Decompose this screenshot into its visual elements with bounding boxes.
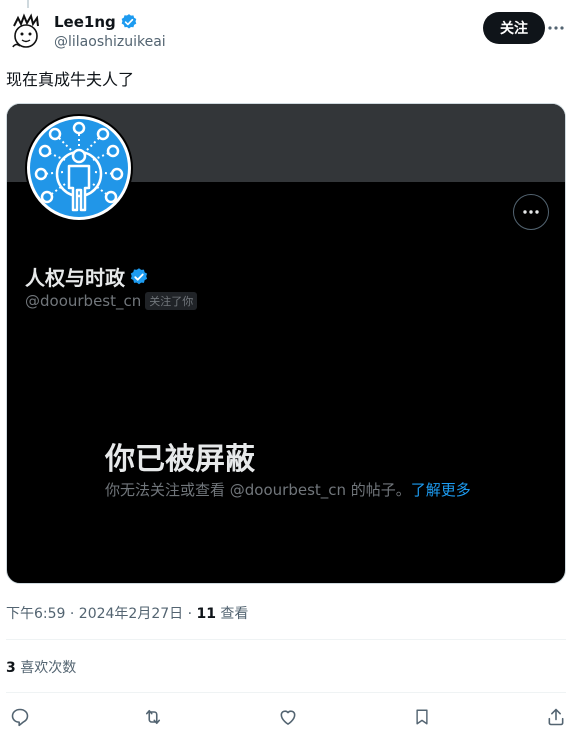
more-icon[interactable] <box>548 18 564 38</box>
profile-handle: @doourbest_cn <box>25 292 142 310</box>
profile-name: 人权与时政 <box>25 266 125 290</box>
learn-more-link: 了解更多 <box>410 481 471 499</box>
likes-row[interactable]: 3 喜欢次数 <box>6 657 76 677</box>
profile-more-icon <box>513 194 549 230</box>
verified-badge-icon <box>121 14 137 29</box>
avatar-cartoon-icon <box>6 12 46 52</box>
views-label: 查看 <box>215 606 249 622</box>
like-icon[interactable] <box>278 707 298 727</box>
thread-line <box>27 0 29 8</box>
likes-count: 3 <box>6 660 16 676</box>
bookmark-icon[interactable] <box>412 707 432 727</box>
profile-name-row: 人权与时政 <box>25 262 149 291</box>
follow-button[interactable]: 关注 <box>483 12 545 44</box>
tweet-text: 现在真成牛夫人了 <box>6 70 135 89</box>
human-rights-logo-icon <box>27 116 131 220</box>
profile-handle-row: @doourbest_cn 关注了你 <box>25 292 198 310</box>
tweet-meta: 下午6:59 · 2024年2月27日 · 11 查看 <box>6 603 248 623</box>
blocked-description-text: 你无法关注或查看 @doourbest_cn 的帖子。 <box>105 481 411 499</box>
follows-you-badge: 关注了你 <box>145 292 198 310</box>
likes-label: 喜欢次数 <box>15 660 77 676</box>
views-count: 11 <box>196 606 216 622</box>
retweet-icon[interactable] <box>143 707 163 727</box>
reply-icon[interactable] <box>10 707 30 727</box>
author-block: Lee1ng @lilaoshizuikeai <box>54 12 166 50</box>
share-icon[interactable] <box>546 707 566 727</box>
blocked-title: 你已被屏蔽 <box>105 442 255 477</box>
author-name-row: Lee1ng <box>54 12 166 32</box>
verified-badge-icon <box>130 267 148 284</box>
profile-avatar <box>25 114 133 222</box>
divider <box>6 692 566 693</box>
timestamp[interactable]: 下午6:59 · 2024年2月27日 · <box>6 606 197 622</box>
author-avatar[interactable] <box>6 12 46 52</box>
author-handle[interactable]: @lilaoshizuikeai <box>54 34 166 50</box>
divider <box>6 639 566 640</box>
embedded-screenshot[interactable]: 人权与时政 @doourbest_cn 关注了你 你已被屏蔽 你无法关注或查看 … <box>6 103 566 584</box>
author-name[interactable]: Lee1ng <box>54 13 116 31</box>
blocked-description: 你无法关注或查看 @doourbest_cn 的帖子。了解更多 <box>105 480 485 500</box>
